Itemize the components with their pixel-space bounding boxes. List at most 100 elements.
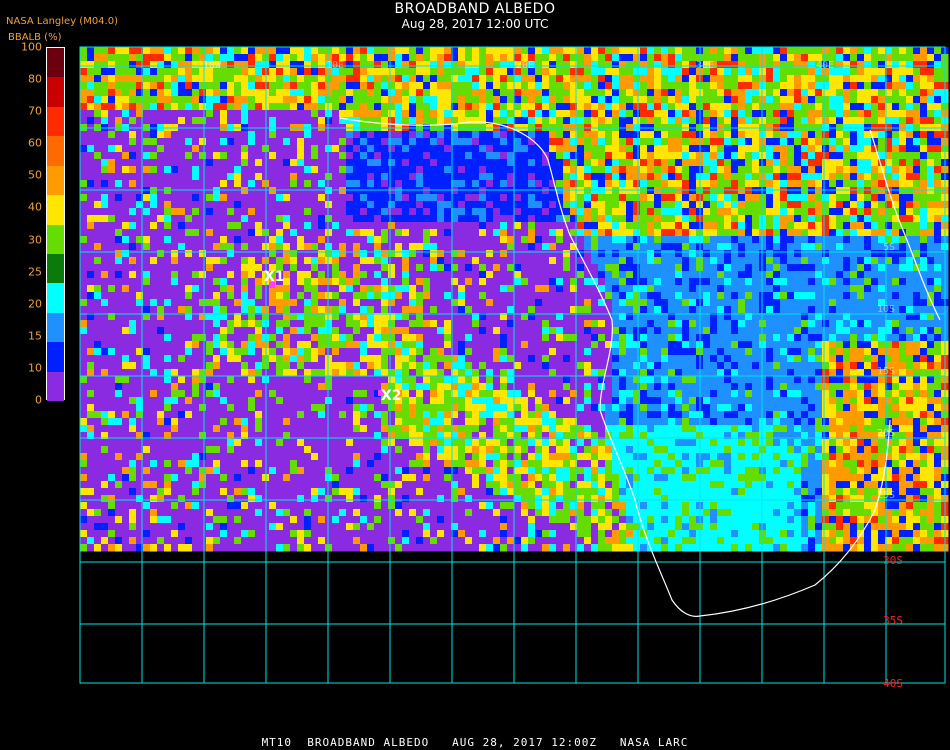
albedo-cell (388, 145, 396, 153)
albedo-cell (157, 250, 165, 258)
albedo-cell (647, 278, 655, 286)
albedo-cell (801, 292, 809, 300)
albedo-cell (626, 236, 634, 244)
albedo-cell (458, 285, 466, 293)
albedo-cell (241, 299, 249, 307)
albedo-cell (101, 75, 109, 83)
albedo-cell (598, 96, 606, 104)
albedo-cell (710, 299, 718, 307)
albedo-cell (808, 278, 816, 286)
albedo-cell (199, 201, 207, 209)
albedo-cell (199, 292, 207, 300)
albedo-cell (500, 229, 508, 237)
albedo-cell (157, 257, 165, 265)
albedo-cell (143, 68, 151, 76)
albedo-cell (143, 61, 151, 69)
albedo-cell (773, 278, 781, 286)
albedo-cell (500, 103, 508, 111)
albedo-cell (80, 173, 88, 181)
albedo-cell (892, 110, 900, 118)
albedo-cell (577, 229, 585, 237)
albedo-cell (934, 89, 942, 97)
albedo-cell (164, 145, 172, 153)
albedo-cell (416, 145, 424, 153)
albedo-cell (171, 306, 179, 314)
albedo-cell (794, 292, 802, 300)
albedo-cell (318, 103, 326, 111)
albedo-cell (171, 54, 179, 62)
albedo-cell (122, 159, 130, 167)
albedo-cell (479, 320, 487, 328)
albedo-cell (325, 201, 333, 209)
albedo-cell (241, 68, 249, 76)
albedo-cell (458, 159, 466, 167)
albedo-cell (864, 194, 872, 202)
albedo-cell (402, 292, 410, 300)
albedo-cell (556, 229, 564, 237)
albedo-cell (752, 215, 760, 223)
albedo-cell (129, 96, 137, 104)
albedo-cell (416, 208, 424, 216)
albedo-cell (703, 201, 711, 209)
albedo-cell (227, 180, 235, 188)
albedo-cell (598, 89, 606, 97)
albedo-cell (927, 271, 935, 279)
albedo-cell (423, 194, 431, 202)
albedo-cell (437, 103, 445, 111)
albedo-cell (381, 264, 389, 272)
albedo-cell (654, 138, 662, 146)
albedo-cell (402, 180, 410, 188)
albedo-cell (416, 159, 424, 167)
albedo-cell (857, 82, 865, 90)
albedo-cell (647, 320, 655, 328)
albedo-cell (892, 103, 900, 111)
albedo-cell (87, 152, 95, 160)
albedo-cell (780, 173, 788, 181)
albedo-cell (829, 194, 837, 202)
albedo-cell (563, 320, 571, 328)
albedo-cell (402, 152, 410, 160)
albedo-cell (381, 103, 389, 111)
albedo-cell (255, 75, 263, 83)
albedo-cell (822, 187, 830, 195)
albedo-cell (143, 320, 151, 328)
albedo-cell (815, 180, 823, 188)
albedo-cell (689, 159, 697, 167)
albedo-cell (164, 278, 172, 286)
albedo-cell (143, 187, 151, 195)
albedo-cell (773, 236, 781, 244)
albedo-cell (374, 257, 382, 265)
albedo-cell (129, 61, 137, 69)
albedo-cell (654, 180, 662, 188)
albedo-cell (227, 173, 235, 181)
albedo-cell (815, 215, 823, 223)
albedo-cell (542, 299, 550, 307)
albedo-cell (213, 222, 221, 230)
albedo-cell (710, 103, 718, 111)
albedo-cell (437, 173, 445, 181)
albedo-cell (402, 89, 410, 97)
albedo-cell (507, 61, 515, 69)
albedo-cell (122, 166, 130, 174)
albedo-cell (192, 250, 200, 258)
albedo-cell (857, 278, 865, 286)
albedo-cell (388, 131, 396, 139)
albedo-cell (500, 278, 508, 286)
albedo-cell (479, 131, 487, 139)
albedo-cell (367, 250, 375, 258)
albedo-cell (759, 215, 767, 223)
albedo-cell (780, 285, 788, 293)
albedo-cell (437, 180, 445, 188)
albedo-cell (829, 159, 837, 167)
albedo-cell (143, 292, 151, 300)
albedo-cell (780, 201, 788, 209)
albedo-cell (339, 180, 347, 188)
albedo-cell (542, 110, 550, 118)
albedo-cell (584, 208, 592, 216)
albedo-cell (899, 131, 907, 139)
albedo-cell (220, 194, 228, 202)
albedo-cell (738, 194, 746, 202)
albedo-cell (479, 201, 487, 209)
albedo-cell (633, 110, 641, 118)
albedo-cell (549, 299, 557, 307)
